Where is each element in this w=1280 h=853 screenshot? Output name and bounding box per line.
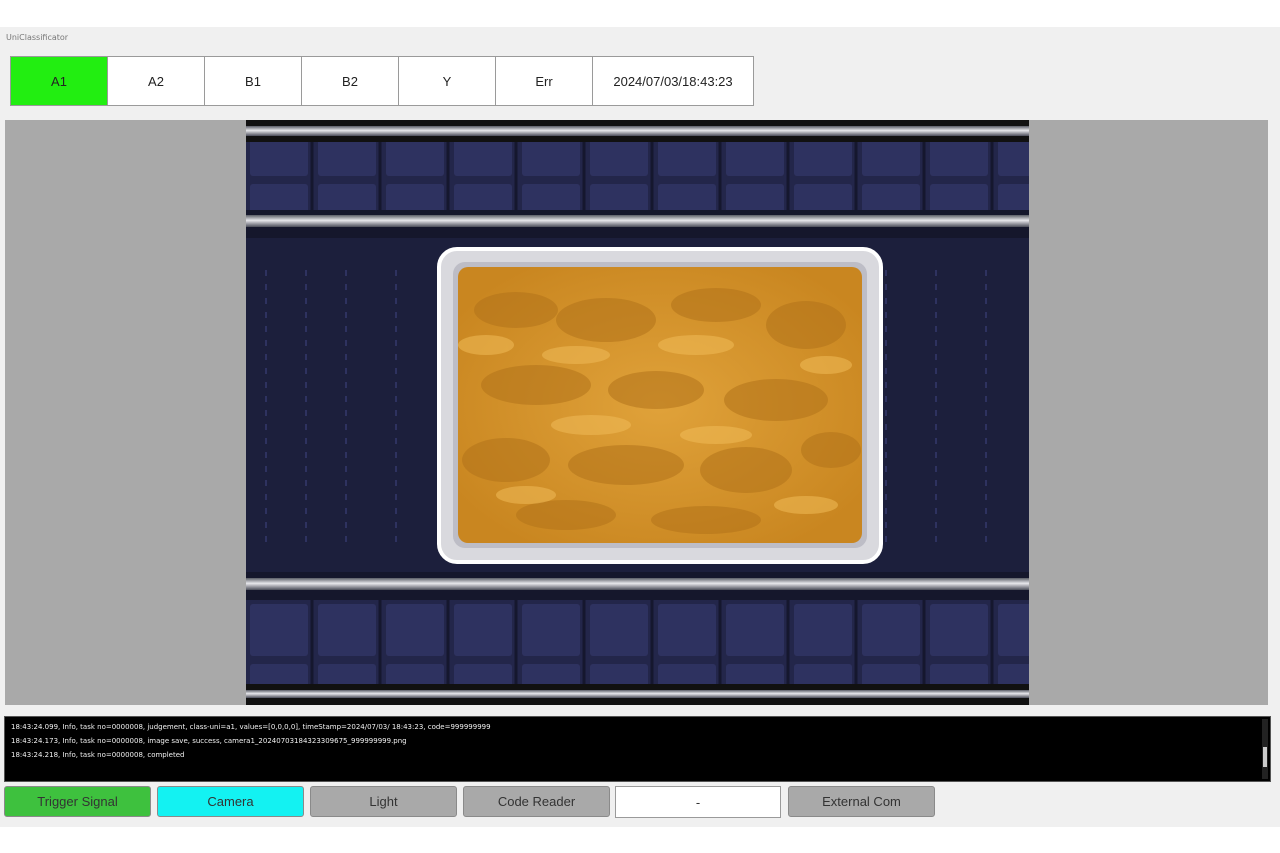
camera-indicator[interactable]: Camera xyxy=(157,786,304,817)
camera-image xyxy=(246,120,1029,705)
light-indicator[interactable]: Light xyxy=(310,786,457,817)
log-line: 18:43:24.099, Info, task no=0000008, jud… xyxy=(11,723,491,731)
log-line: 18:43:24.218, Info, task no=0000008, com… xyxy=(11,751,185,759)
class-cell-y: Y xyxy=(399,57,496,105)
code-value-field: - xyxy=(615,786,781,818)
judgement-timestamp: 2024/07/03/18:43:23 xyxy=(613,73,733,89)
class-result-strip: A1 A2 B1 B2 Y Err 2024/07/03/18:43:23 xyxy=(10,56,754,106)
class-cell-err: Err xyxy=(496,57,593,105)
class-cell-b1: B1 xyxy=(205,57,302,105)
image-viewer xyxy=(5,120,1268,705)
log-scroll-thumb[interactable] xyxy=(1263,747,1267,767)
log-line: 18:43:24.173, Info, task no=0000008, ima… xyxy=(11,737,407,745)
class-cell-a2: A2 xyxy=(108,57,205,105)
window-title: UniClassificator xyxy=(6,33,69,42)
trigger-signal-indicator[interactable]: Trigger Signal xyxy=(4,786,151,817)
class-cell-b2: B2 xyxy=(302,57,399,105)
app-window: UniClassificator A1 A2 B1 B2 Y Err 2024/… xyxy=(0,27,1280,827)
log-console[interactable]: 18:43:24.099, Info, task no=0000008, jud… xyxy=(4,716,1271,782)
external-com-indicator[interactable]: External Com xyxy=(788,786,935,817)
status-bar: Trigger Signal Camera Light Code Reader … xyxy=(4,786,1276,818)
class-cell-a1: A1 xyxy=(11,57,108,105)
code-reader-indicator[interactable]: Code Reader xyxy=(463,786,610,817)
